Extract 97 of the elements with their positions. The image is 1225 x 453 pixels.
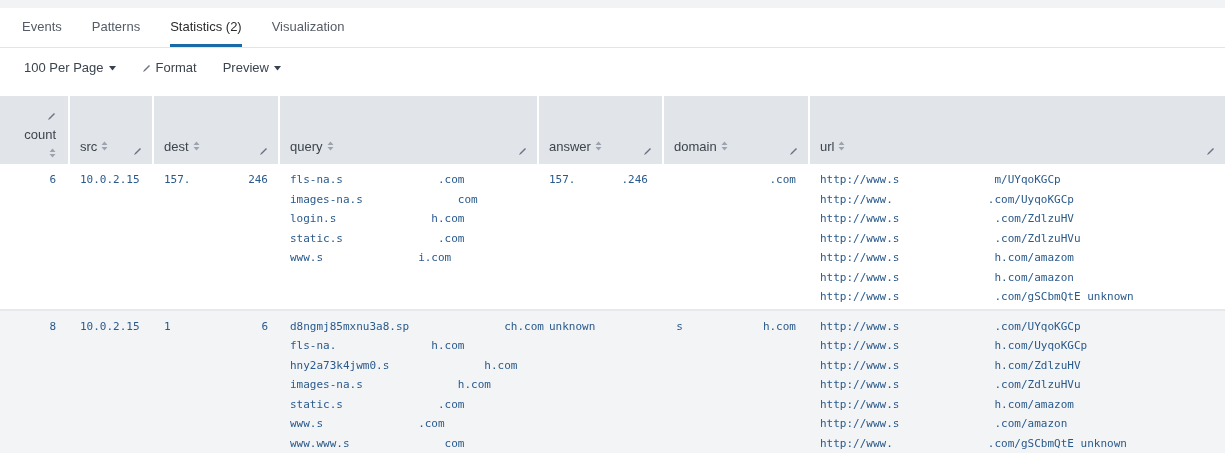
cell-text: 246 — [248, 172, 268, 188]
cell-text: http://www.s — [820, 230, 900, 247]
cell-text: 157. — [549, 172, 576, 188]
column-header[interactable]: src — [70, 96, 152, 164]
tab[interactable]: Visualization — [271, 9, 345, 47]
cell-text: .com — [438, 172, 465, 188]
cell-text: fls-na. — [290, 338, 337, 354]
sort-icon[interactable] — [101, 141, 109, 152]
pencil-icon — [47, 111, 56, 121]
tab[interactable]: Events — [22, 9, 62, 47]
cell-text: i.com — [418, 250, 452, 266]
pencil-icon — [259, 147, 268, 156]
caret-icon — [108, 65, 116, 71]
cell-text: .246 — [621, 172, 648, 188]
column-header[interactable]: query — [280, 96, 537, 164]
pencil-icon — [643, 147, 652, 156]
cell-text: unknown — [549, 318, 596, 335]
cell-text: http://www.s — [820, 211, 900, 227]
cell-text: h.com/amazom — [994, 396, 1074, 413]
cell-text: .com/ZdlzuHVu — [994, 377, 1081, 393]
column-header[interactable]: answer — [539, 96, 662, 164]
column-header[interactable]: dest — [154, 96, 278, 164]
pencil-icon — [1206, 147, 1215, 156]
sort-icon[interactable] — [838, 141, 846, 152]
cell-text: fls-na.s — [290, 172, 343, 188]
cell-text: http://www.s — [820, 338, 900, 354]
cell-text: images-na.s — [290, 191, 363, 208]
cell-text: com — [444, 435, 465, 452]
cell-text: http://www.s — [820, 396, 900, 413]
cell-text: .com/UyqoKGCp — [987, 191, 1074, 208]
cell-text: .com/gSCbmQtE unknown — [987, 435, 1127, 452]
sort-icon[interactable] — [720, 141, 728, 152]
column-header[interactable]: count — [0, 96, 68, 164]
cell-text: h.com — [762, 318, 796, 335]
column-header[interactable]: domain — [664, 96, 808, 164]
column-header[interactable]: url — [810, 96, 1225, 164]
cell-text: h.com/UyqoKGCp — [994, 338, 1088, 354]
caret-icon — [273, 65, 281, 71]
cell-text: http://www.s — [820, 289, 900, 305]
cell-text: http://www.s — [820, 172, 900, 188]
dropdown-button[interactable]: 100 Per Page — [24, 58, 116, 78]
cell-text: http://www.s — [820, 357, 900, 374]
cell-text: h.com/amazom — [994, 250, 1074, 266]
pencil-icon — [789, 147, 798, 156]
cell-text: hny2a73k4jwm0.s — [290, 357, 390, 374]
tab[interactable]: Patterns — [91, 9, 141, 47]
tab[interactable]: Statistics (2) — [170, 9, 242, 47]
cell-text: http://www. — [820, 435, 893, 452]
cell-text: www.www.s — [290, 435, 350, 452]
cell-text: h.com — [431, 211, 465, 227]
cell-text: static.s — [290, 230, 343, 247]
pencil-icon — [141, 63, 151, 73]
cell-text: 1 — [164, 318, 171, 335]
cell-text: m/UYqoKGCp — [994, 172, 1061, 188]
cell-text: 10.0.2.15 — [80, 318, 140, 335]
pencil-icon — [518, 147, 527, 156]
cell-text: h.com/amazon — [994, 269, 1074, 286]
cell-text: .com/gSCbmQtE unknown — [994, 289, 1134, 305]
cell-text: 6 — [261, 318, 268, 335]
format-button[interactable]: Format — [141, 58, 197, 78]
cell-text: .com/ZdlzuHV — [994, 211, 1074, 227]
cell-text: s — [676, 318, 683, 335]
cell-text: .com/UYqoKGCp — [994, 318, 1081, 335]
cell-text: www.s — [290, 416, 324, 432]
cell-text: .com — [769, 172, 796, 188]
sort-icon[interactable] — [594, 141, 602, 152]
cell-text: h.com/ZdlzuHV — [994, 357, 1081, 374]
cell-text: login.s — [290, 211, 337, 227]
cell-text: 6 — [49, 172, 56, 188]
cell-text: d8ngmj85mxnu3a8.sp — [290, 318, 410, 335]
cell-text: h.com — [457, 377, 491, 393]
cell-text: ch.com — [504, 318, 544, 335]
cell-text: static.s — [290, 396, 343, 413]
cell-text: 157. — [164, 172, 191, 188]
cell-text: .com — [438, 230, 465, 247]
dropdown-button[interactable]: Preview — [222, 58, 281, 78]
cell-text: 10.0.2.15 — [80, 172, 140, 188]
cell-text: http://www.s — [820, 269, 900, 286]
sort-icon[interactable] — [326, 141, 334, 152]
cell-text: www.s — [290, 250, 324, 266]
cell-text: 8 — [49, 318, 56, 335]
cell-text: .com/ZdlzuHVu — [994, 230, 1081, 247]
cell-text: com — [457, 191, 478, 208]
cell-text: http://www.s — [820, 318, 900, 335]
cell-text: .com — [438, 396, 465, 413]
cell-text: .com — [418, 416, 445, 432]
sort-icon[interactable] — [192, 141, 200, 152]
cell-text: http://www.s — [820, 416, 900, 432]
cell-text: http://www. — [820, 191, 893, 208]
cell-text: http://www.s — [820, 250, 900, 266]
pencil-icon — [133, 147, 142, 156]
cell-text: h.com — [431, 338, 465, 354]
cell-text: http://www.s — [820, 377, 900, 393]
cell-text: .com/amazon — [994, 416, 1068, 432]
cell-text: h.com — [484, 357, 518, 374]
cell-text: images-na.s — [290, 377, 363, 393]
sort-icon[interactable] — [49, 148, 56, 158]
